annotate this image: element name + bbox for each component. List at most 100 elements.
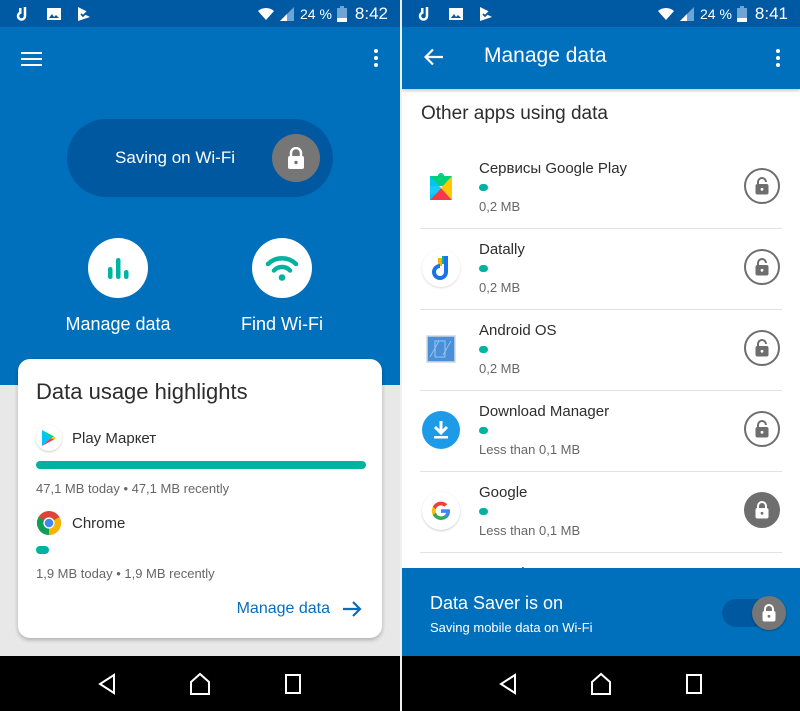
system-nav-bar [402,656,800,711]
app-usage: 0,2 MB [479,199,521,214]
battery-percent: 24 % [699,5,732,22]
nav-recents-button[interactable] [278,669,308,699]
system-nav-bar [0,656,400,711]
nav-home-button[interactable] [586,669,616,699]
unlock-toggle-button[interactable] [744,411,780,447]
usage-text: 1,9 MB today • 1,9 MB recently [36,566,215,581]
find-wifi-action[interactable]: Find Wi-Fi [207,238,357,335]
data-usage-highlights-card: Data usage highlights Play Маркет 47,1 M… [18,359,382,638]
nav-back-button[interactable] [92,669,122,699]
image-icon [449,7,463,20]
lock-icon [752,596,786,630]
wifi-icon [252,238,312,298]
unlock-toggle-button[interactable] [744,330,780,366]
bar-chart-icon [88,238,148,298]
back-button[interactable] [423,47,444,67]
page-title: Manage data [484,44,607,67]
usage-bar-fill [36,546,50,554]
usage-dot [479,427,488,434]
wifi-status-icon [657,7,674,20]
app-list: Сервисы Google Play 0,2 MB Datally 0,2 M… [402,148,800,583]
usage-item-chrome[interactable]: Chrome 1,9 MB today • 1,9 MB recently [36,510,366,581]
battery-icon [336,5,347,22]
battery-icon [736,5,747,22]
overflow-menu-button[interactable] [373,49,379,69]
check-flag-icon [78,6,90,21]
status-bar: 24 % 8:41 [402,0,800,27]
app-name: Chrome [72,514,126,532]
back-triangle-icon [97,672,115,695]
unlock-icon [755,177,769,195]
unlock-toggle-button[interactable] [744,249,780,285]
app-name: Android OS [479,322,557,339]
arrow-right-icon [343,601,362,617]
usage-dot [479,184,488,191]
datally-app-icon [422,249,460,287]
status-bar: 24 % 8:42 [0,0,400,27]
usage-dot [479,508,488,515]
saving-on-wifi-toggle[interactable]: Saving on Wi-Fi [67,119,333,197]
lock-icon [755,501,769,519]
manage-data-action[interactable]: Manage data [43,238,193,335]
lock-icon [272,134,320,182]
unlock-icon [755,258,769,276]
data-saver-subtitle: Saving mobile data on Wi-Fi [430,620,593,635]
usage-bar [36,546,366,554]
app-list-item[interactable]: Datally 0,2 MB [420,229,782,310]
data-saver-title: Data Saver is on [430,593,564,613]
recents-icon [685,673,702,694]
app-list-item[interactable]: Android OS 0,2 MB [420,310,782,391]
wifi-status-icon [257,7,274,20]
back-triangle-icon [499,672,517,695]
image-icon [47,7,61,20]
app-usage: 0,2 MB [479,280,521,295]
usage-bar [36,461,366,469]
overflow-menu-button[interactable] [775,49,781,69]
home-icon [590,672,611,695]
usage-text: 47,1 MB today • 47,1 MB recently [36,481,230,496]
app-name: Play Маркет [72,429,157,447]
battery-percent: 24 % [299,5,332,22]
nav-recents-button[interactable] [679,669,709,699]
app-usage: Less than 0,1 MB [479,523,581,538]
app-usage: Less than 0,1 MB [479,442,581,457]
find-wifi-label: Find Wi-Fi [241,314,323,334]
clock: 8:42 [354,3,388,23]
manage-data-link[interactable]: Manage data [237,600,362,618]
app-name: Сервисы Google Play [479,160,628,177]
google-play-services-icon [422,168,460,206]
nav-back-button[interactable] [493,669,523,699]
clock: 8:41 [754,3,788,23]
nav-home-button[interactable] [185,669,215,699]
data-saver-switch[interactable] [718,596,786,630]
signal-icon [279,6,294,21]
hero-section: Saving on Wi-Fi Manage data Find Wi-Fi [0,27,400,385]
app-bar: Manage data [402,27,800,89]
saving-pill-label: Saving on Wi-Fi [115,148,235,167]
menu-button[interactable] [21,52,42,66]
arrow-left-icon [423,48,443,66]
home-screen: 24 % 8:42 Saving on Wi-Fi Manage data Fi… [0,0,400,711]
app-name: Google [479,484,528,501]
manage-data-link-label: Manage data [236,600,330,617]
manage-data-label: Manage data [65,314,171,334]
android-os-icon [422,330,460,368]
usage-item-play-market[interactable]: Play Маркет 47,1 MB today • 47,1 MB rece… [36,425,366,496]
chrome-icon [36,510,62,536]
check-flag-icon [480,6,492,21]
app-list-item[interactable]: Сервисы Google Play 0,2 MB [420,148,782,229]
download-manager-icon [422,411,460,449]
play-store-icon [36,425,62,451]
app-usage: 0,2 MB [479,361,521,376]
app-list-item[interactable]: Google Less than 0,1 MB [420,472,782,553]
datally-icon [16,6,27,21]
lock-toggle-button[interactable] [744,492,780,528]
recents-icon [285,673,302,694]
datally-icon [418,6,429,21]
app-list-item[interactable]: Download Manager Less than 0,1 MB [420,391,782,472]
card-title: Data usage highlights [36,379,248,404]
unlock-toggle-button[interactable] [744,168,780,204]
usage-bar-fill [36,461,366,469]
unlock-icon [755,339,769,357]
app-name: Download Manager [479,403,610,420]
